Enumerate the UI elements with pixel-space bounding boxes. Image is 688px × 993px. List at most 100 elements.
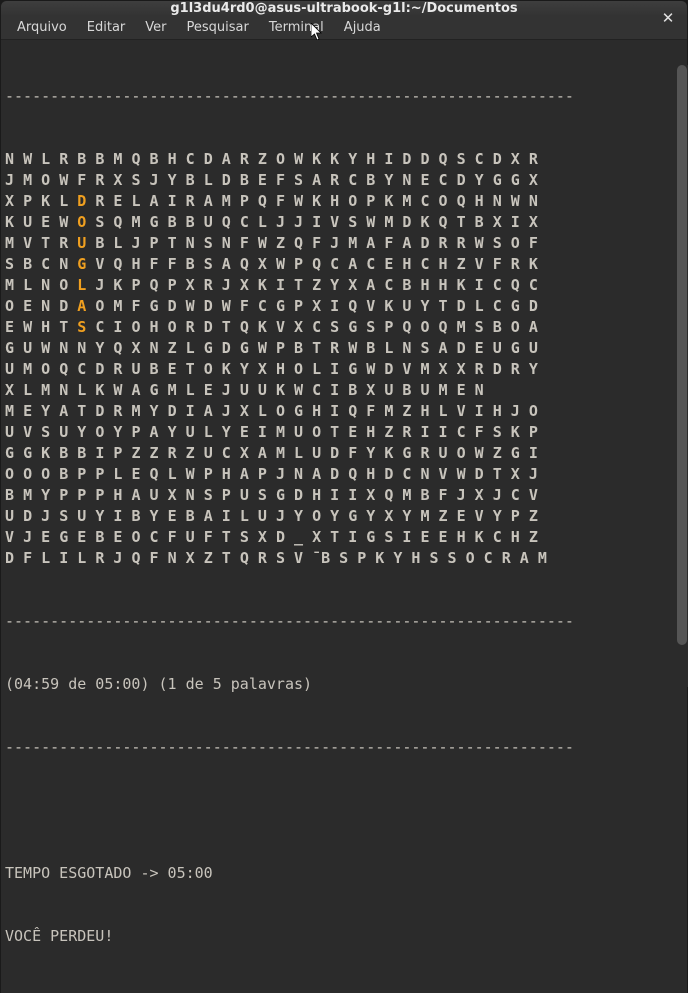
- grid-cell: R: [439, 233, 457, 254]
- scrollbar-thumb[interactable]: [677, 65, 687, 645]
- grid-cell: N: [294, 464, 312, 485]
- grid-cell: O: [95, 296, 113, 317]
- grid-cell: B: [150, 149, 168, 170]
- grid-cell: W: [294, 380, 312, 401]
- grid-cell: P: [113, 443, 131, 464]
- grid-cell: Z: [402, 401, 420, 422]
- grid-cell: V: [475, 254, 493, 275]
- menu-editar[interactable]: Editar: [77, 16, 136, 39]
- menu-pesquisar[interactable]: Pesquisar: [177, 16, 259, 39]
- grid-cell: I: [258, 422, 276, 443]
- grid-cell: A: [312, 464, 330, 485]
- grid-cell: X: [131, 338, 149, 359]
- grid-cell: H: [475, 191, 493, 212]
- close-icon[interactable]: ✕: [659, 9, 677, 27]
- grid-cell: O: [204, 359, 222, 380]
- grid-cell: C: [240, 212, 258, 233]
- grid-cell: K: [420, 212, 438, 233]
- grid-cell: P: [77, 485, 95, 506]
- grid-cell: H: [222, 464, 240, 485]
- grid-cell: W: [186, 464, 204, 485]
- grid-cell: G: [276, 296, 294, 317]
- grid-cell: I: [511, 212, 529, 233]
- grid-cell: S: [294, 170, 312, 191]
- menu-ajuda[interactable]: Ajuda: [334, 16, 391, 39]
- grid-cell: P: [357, 548, 375, 569]
- grid-cell: Y: [348, 149, 366, 170]
- grid-cell: W: [41, 338, 59, 359]
- grid-cell: V: [23, 233, 41, 254]
- divider-mid1: ----------------------------------------…: [5, 611, 683, 632]
- grid-cell: B: [294, 338, 312, 359]
- grid-cell: O: [41, 464, 59, 485]
- grid-cell: W: [475, 443, 493, 464]
- grid-cell: N: [77, 338, 95, 359]
- grid-cell: K: [312, 191, 330, 212]
- grid-cell: K: [258, 317, 276, 338]
- grid-cell: L: [131, 191, 149, 212]
- grid-cell: C: [222, 443, 240, 464]
- grid-cell: W: [59, 170, 77, 191]
- grid-cell: G: [23, 443, 41, 464]
- grid-cell: O: [131, 527, 149, 548]
- menu-arquivo[interactable]: Arquivo: [7, 16, 77, 39]
- grid-cell: S: [493, 233, 511, 254]
- grid-cell: T: [186, 359, 204, 380]
- grid-cell: E: [77, 527, 95, 548]
- grid-cell: D: [23, 506, 41, 527]
- grid-cell: B: [348, 380, 366, 401]
- grid-cell: O: [348, 191, 366, 212]
- menu-ver[interactable]: Ver: [135, 16, 176, 39]
- grid-cell: M: [420, 359, 438, 380]
- grid-cell: S: [330, 317, 348, 338]
- grid-cell: A: [204, 191, 222, 212]
- grid-cell: X: [366, 485, 384, 506]
- grid-cell: Z: [150, 443, 168, 464]
- grid-cell: H: [366, 422, 384, 443]
- grid-cell: E: [420, 170, 438, 191]
- grid-cell: L: [204, 422, 222, 443]
- grid-cell: W: [258, 338, 276, 359]
- grid-cell: S: [276, 548, 294, 569]
- grid-cell: W: [366, 359, 384, 380]
- scrollbar[interactable]: [676, 65, 688, 687]
- grid-cell: J: [511, 401, 529, 422]
- grid-cell: M: [457, 317, 475, 338]
- grid-cell: R: [95, 548, 113, 569]
- grid-cell: W: [222, 296, 240, 317]
- grid-cell: U: [240, 485, 258, 506]
- window-title: g1l3du4rd0@asus-ultrabook-g1l:~/Document…: [170, 1, 517, 16]
- grid-cell: Y: [330, 275, 348, 296]
- grid-cell: M: [276, 443, 294, 464]
- grid-cell: C: [312, 380, 330, 401]
- grid-cell: I: [113, 506, 131, 527]
- grid-cell: G: [240, 338, 258, 359]
- grid-cell: H: [411, 548, 429, 569]
- grid-cell: S: [448, 548, 466, 569]
- grid-cell: O: [439, 191, 457, 212]
- grid-cell: J: [23, 527, 41, 548]
- grid-cell: F: [131, 296, 149, 317]
- titlebar[interactable]: g1l3du4rd0@asus-ultrabook-g1l:~/Document…: [1, 1, 687, 16]
- menu-terminal[interactable]: Terminal: [259, 16, 334, 39]
- grid-cell: N: [41, 296, 59, 317]
- grid-cell: K: [222, 359, 240, 380]
- grid-cell: U: [204, 443, 222, 464]
- grid-cell: C: [484, 548, 502, 569]
- grid-cell: Q: [258, 191, 276, 212]
- grid-cell: N: [59, 254, 77, 275]
- grid-cell: U: [493, 338, 511, 359]
- grid-cell: G: [511, 338, 529, 359]
- grid-cell: Q: [131, 149, 149, 170]
- grid-cell: D: [493, 359, 511, 380]
- grid-cell: H: [150, 317, 168, 338]
- grid-cell: O: [41, 359, 59, 380]
- grid-cell: Q: [131, 548, 149, 569]
- grid-cell: E: [41, 212, 59, 233]
- grid-cell: G: [511, 443, 529, 464]
- grid-cell: L: [186, 380, 204, 401]
- grid-cell: P: [294, 254, 312, 275]
- terminal-content[interactable]: ----------------------------------------…: [1, 40, 687, 993]
- grid-cell: S: [258, 485, 276, 506]
- grid-cell: L: [258, 401, 276, 422]
